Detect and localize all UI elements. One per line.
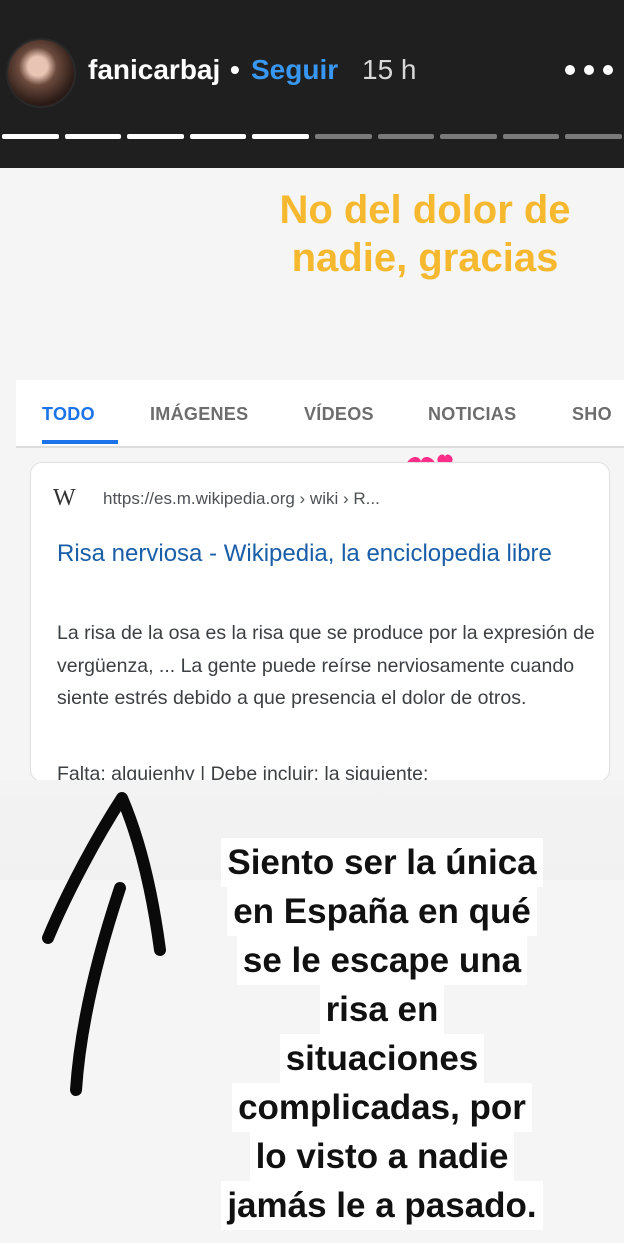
- result-snippet: La risa de la osa es la risa que se prod…: [57, 622, 595, 709]
- caption-line: en España en qué: [227, 887, 537, 936]
- tab-videos[interactable]: VÍDEOS: [304, 404, 374, 425]
- result-title-link[interactable]: Risa nerviosa - Wikipedia, la encicloped…: [57, 537, 577, 571]
- caption-line: se le escape una: [236, 936, 528, 985]
- progress-segment: [64, 134, 122, 139]
- progress-segment: [2, 134, 59, 139]
- result-url[interactable]: https://es.m.wikipedia.org › wiki › R...: [103, 489, 380, 509]
- progress-segment: [377, 134, 435, 139]
- follow-button[interactable]: Seguir: [251, 54, 338, 86]
- tab-noticias[interactable]: NOTICIAS: [428, 404, 516, 425]
- username[interactable]: fanicarbaj: [88, 54, 220, 86]
- progress-segment: [565, 134, 622, 139]
- sticker-text-top: No del dolor de nadie, gracias: [240, 186, 610, 282]
- caption-line: risa en: [319, 985, 445, 1034]
- tab-shopping[interactable]: SHO: [572, 404, 612, 425]
- caption-line: situaciones: [279, 1034, 485, 1083]
- tab-imagenes[interactable]: IMÁGENES: [150, 404, 248, 425]
- search-result-card[interactable]: W https://es.m.wikipedia.org › wiki › R.…: [30, 462, 610, 782]
- progress-segment: [127, 134, 184, 139]
- progress-segment: [502, 134, 560, 139]
- sticker-line-1: No del dolor de: [279, 188, 571, 232]
- timestamp: 15 h: [362, 54, 417, 85]
- progress-segment: [314, 134, 372, 139]
- separator-dot: •: [230, 54, 240, 85]
- avatar[interactable]: [6, 38, 76, 108]
- tab-todo[interactable]: TODO: [42, 404, 95, 425]
- story-header: fanicarbaj • Seguir 15 h: [0, 0, 624, 168]
- caption-line: jamás le a pasado.: [221, 1181, 543, 1230]
- caption-line: complicadas, por: [232, 1083, 532, 1132]
- caption-line: Siento ser la única: [221, 838, 543, 887]
- sticker-line-2: nadie, gracias: [291, 236, 559, 280]
- more-options-icon[interactable]: [565, 62, 613, 78]
- active-tab-indicator: [42, 440, 118, 444]
- caption-text: Siento ser la única en España en qué se le…: [214, 838, 550, 1230]
- drawn-arrows-icon: [42, 792, 166, 1096]
- progress-segment: [189, 134, 247, 139]
- progress-segment: [252, 134, 309, 139]
- wikipedia-icon: W: [53, 485, 76, 511]
- caption-line: lo visto a nadie: [249, 1132, 515, 1181]
- story-progress-bar: [0, 134, 624, 142]
- progress-segment: [440, 134, 497, 139]
- search-tabs: TODO IMÁGENES VÍDEOS NOTICIAS SHO: [16, 380, 624, 448]
